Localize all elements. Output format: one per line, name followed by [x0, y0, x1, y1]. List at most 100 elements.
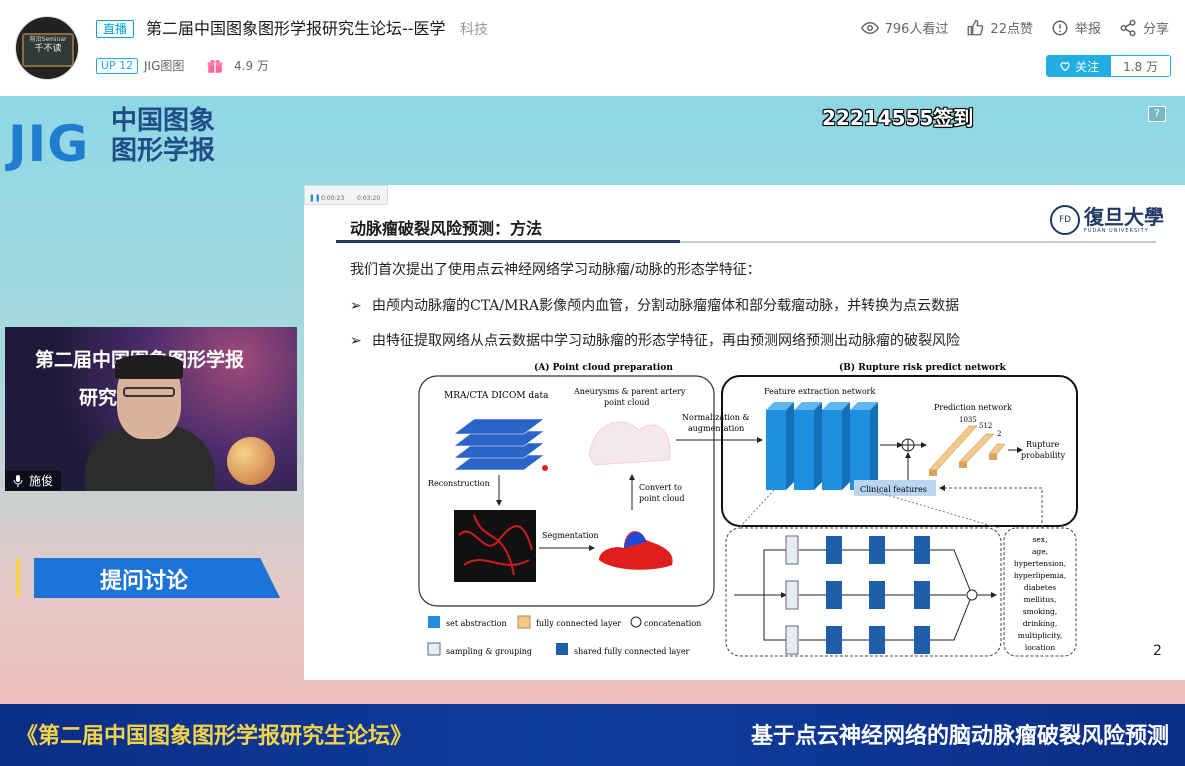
- point-cloud-image: [588, 421, 671, 466]
- room-area-link[interactable]: 科技: [460, 20, 488, 40]
- room-stats: 796人看过 22点赞 举报 分享: [860, 18, 1169, 37]
- follow-label: 关注: [1075, 59, 1100, 74]
- jig-logo-line2: 图形学报: [111, 136, 216, 166]
- player-time-elapsed: 0:00:23: [321, 195, 345, 202]
- laser-pointer: [542, 465, 548, 471]
- fc-1035-label: 1035: [959, 416, 977, 424]
- clinical-item: multiplicity,: [1018, 631, 1063, 640]
- convert-label-2: point cloud: [639, 494, 685, 503]
- clinical-features-label: Clinical features: [860, 485, 927, 494]
- clinical-item: hypertension,: [1014, 559, 1066, 568]
- speaker-label: 施俊: [5, 471, 62, 491]
- clinical-item: age,: [1032, 547, 1048, 556]
- like-button[interactable]: 22点赞: [966, 18, 1033, 37]
- method-diagram: (A) Point cloud preparation (B) Rupture …: [418, 362, 1078, 657]
- avatar-small-text: 前沿Seminar: [29, 36, 67, 43]
- follower-count: 1.8 万: [1111, 56, 1170, 76]
- slide-title: 动脉瘤破裂风险预测：方法: [350, 219, 543, 238]
- vessel-render-image: [454, 510, 536, 582]
- heart-icon: [1060, 62, 1070, 72]
- follow-button[interactable]: 关注: [1047, 56, 1112, 76]
- microphone-icon: [13, 475, 23, 487]
- convert-label-1: Convert to: [639, 483, 682, 492]
- banner-event-name: 《第二届中国图象图形学报研究生论坛》: [16, 724, 413, 749]
- dicom-label: MRA/CTA DICOM data: [444, 391, 549, 401]
- reconstruction-label: Reconstruction: [428, 479, 490, 488]
- fudan-name: 復旦大學: [1084, 205, 1164, 229]
- panel-b-title: (B) Rupture risk predict network: [839, 362, 1007, 373]
- live-video-player[interactable]: JIG 中国图象 图形学报 22214555签到 ? 第二届中国图象图形学报 研…: [0, 96, 1185, 766]
- likes-count: 22点赞: [990, 22, 1033, 37]
- legend-fc: fully connected layer: [536, 619, 621, 628]
- event-banner: 《第二届中国图象图形学报研究生论坛》 基于点云神经网络的脑动脉瘤破裂风险预测: [0, 704, 1185, 766]
- banner-talk-title: 基于点云神经网络的脑动脉瘤破裂风险预测: [750, 724, 1169, 749]
- norm-label-2: augmentation: [688, 424, 744, 433]
- discussion-banner: 提问讨论: [16, 558, 280, 598]
- pause-icon[interactable]: ❚❚: [309, 194, 321, 202]
- clinical-item: mellitus,: [1024, 595, 1057, 604]
- feature-cubes: [766, 402, 878, 490]
- legend-sampling-swatch: [427, 642, 441, 656]
- clinical-item: sex,: [1033, 535, 1048, 544]
- share-button[interactable]: 分享: [1119, 18, 1169, 37]
- mini-player-bar[interactable]: ❚❚ 0:00:23 0:03:20: [304, 185, 388, 205]
- legend-set-abstraction: set abstraction: [446, 619, 507, 628]
- clinical-item: diabetes: [1024, 583, 1056, 592]
- player-time-total: 0:03:20: [357, 195, 381, 202]
- avatar-main-text: 千不读: [34, 44, 62, 54]
- fudan-seal-icon: FD: [1050, 205, 1080, 235]
- fc-512-label: 512: [979, 422, 992, 430]
- jig-logo-mark: JIG: [8, 115, 90, 173]
- report-label: 举报: [1074, 22, 1101, 37]
- streamer-avatar[interactable]: 前沿Seminar 千不读: [15, 16, 79, 80]
- legend-shared-fc: shared fully connected layer: [574, 647, 690, 656]
- jig-logo: JIG 中国图象 图形学报: [8, 106, 248, 176]
- warning-icon: [1052, 20, 1068, 35]
- planet-decoration: [227, 437, 275, 485]
- prediction-net-label: Prediction network: [934, 403, 1012, 412]
- dicom-stack-icon: [453, 418, 545, 471]
- norm-label-1: Normalization &: [682, 413, 750, 422]
- help-icon[interactable]: ?: [1148, 106, 1166, 122]
- presentation-slide: ❚❚ 0:00:23 0:03:20 动脉瘤破裂风险预测：方法 FD 復旦大學 …: [304, 185, 1185, 680]
- legend-set-abstraction-swatch: [428, 616, 440, 628]
- clinical-item: drinking,: [1023, 619, 1058, 628]
- report-button[interactable]: 举报: [1051, 18, 1101, 37]
- clinical-item: hyperlipemia,: [1014, 571, 1066, 580]
- clinical-item: location: [1025, 643, 1056, 652]
- live-badge: 直播: [96, 20, 135, 38]
- gift-icon: [207, 59, 223, 73]
- legend-sampling: sampling & grouping: [446, 647, 532, 656]
- arrow-clinical-list: [939, 485, 1043, 528]
- segmentation-label: Segmentation: [542, 531, 599, 540]
- gift-count: 4.9 万: [234, 59, 269, 73]
- aneurysm-label-1: Aneurysms & parent artery: [573, 387, 686, 396]
- jig-logo-text: 中国图象 图形学报: [111, 106, 215, 166]
- detail-network: [734, 549, 997, 641]
- speaker-glasses: [123, 387, 175, 397]
- thumb-up-icon: [967, 19, 984, 35]
- share-icon: [1120, 19, 1136, 36]
- share-label: 分享: [1142, 22, 1169, 37]
- bullet-arrow-icon: ➢: [350, 298, 362, 314]
- detail-panel: [725, 527, 1002, 657]
- views-count: 796人看过: [884, 22, 949, 37]
- views-stat: 796人看过: [860, 18, 949, 37]
- jig-logo-line1: 中国图象: [111, 106, 216, 136]
- clinical-list: sex, age, hypertension, hyperlipemia, di…: [1014, 535, 1066, 652]
- title-underline-accent: [336, 240, 680, 243]
- slide-intro: 我们首次提出了使用点云神经网络学习动脉瘤/动脉的形态学特征：: [350, 262, 761, 278]
- feature-net-label: Feature extraction network: [764, 387, 875, 396]
- eye-icon: [860, 21, 879, 34]
- fudan-logo: FD 復旦大學 FUDAN UNIVERSITY: [1050, 205, 1164, 235]
- aneurysm-label-2: point cloud: [604, 398, 650, 407]
- panel-a-title: (A) Point cloud preparation: [534, 362, 673, 373]
- legend-concat-icon: [630, 616, 642, 628]
- speaker-name: 施俊: [29, 474, 54, 488]
- follow-control: 关注 1.8 万: [1046, 55, 1171, 77]
- streamer-name[interactable]: JIG图图: [144, 58, 184, 74]
- slide-bullet: ➢ 由特征提取网络从点云数据中学习动脉瘤的形态学特征，再由预测网络预测出动脉瘤的破…: [350, 330, 960, 350]
- bullet-text: 由特征提取网络从点云数据中学习动脉瘤的形态学特征，再由预测网络预测出动脉瘤的破裂…: [372, 333, 960, 349]
- fc-2-label: 2: [997, 430, 1001, 438]
- live-room-header: 前沿Seminar 千不读 直播 第二届中国图象图形学报研究生论坛--医学 科技…: [0, 0, 1185, 96]
